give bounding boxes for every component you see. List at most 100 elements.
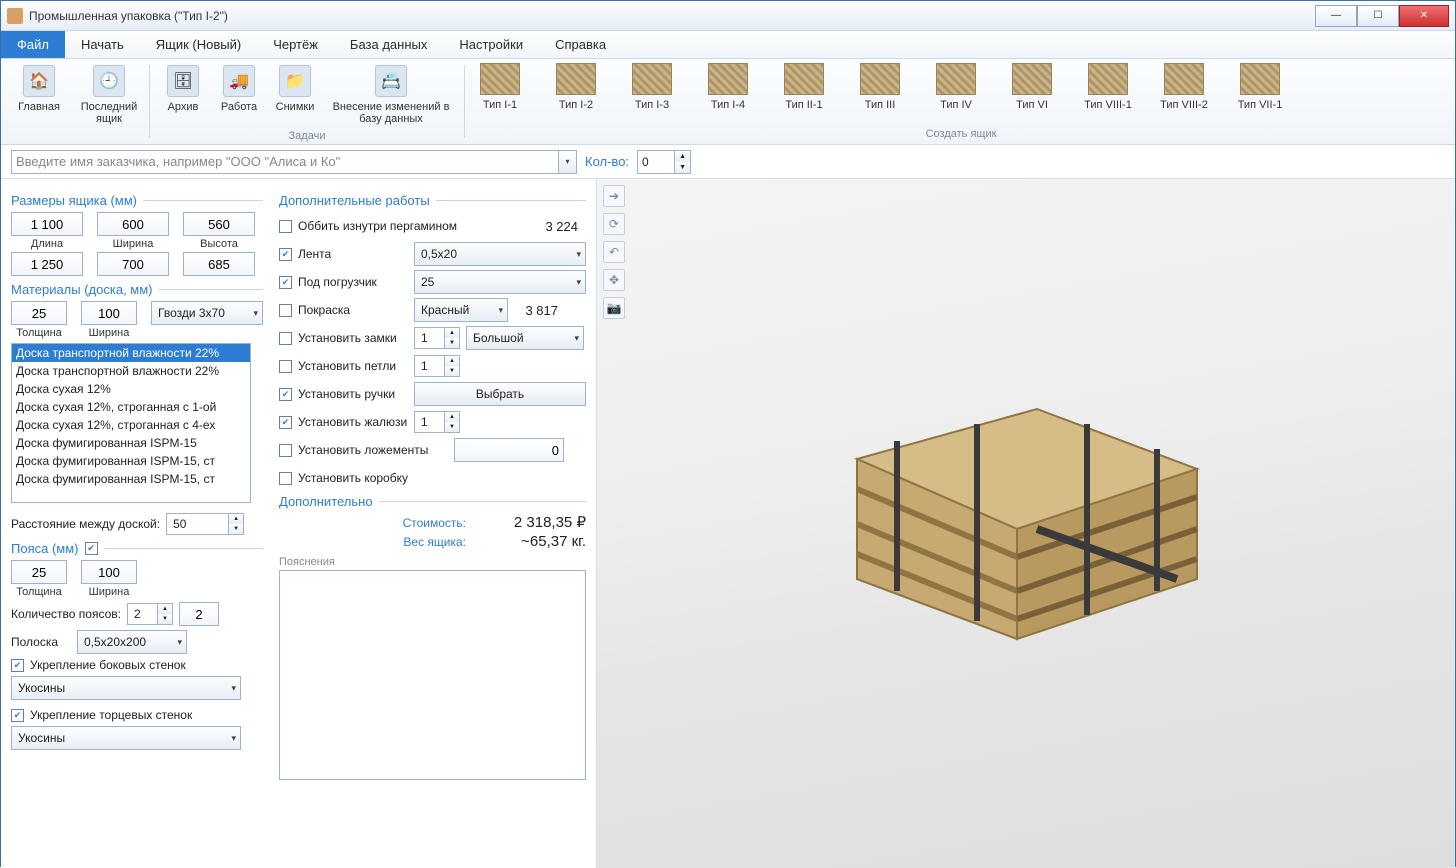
ribbon-archive[interactable]: 🗄Архив — [158, 63, 208, 125]
width-input[interactable] — [97, 212, 169, 236]
material-list-item[interactable]: Доска фумигированная ISPM-15 — [12, 434, 250, 452]
ribbon-dbedit[interactable]: 📇Внесение изменений в базу данных — [326, 63, 456, 125]
menu-start[interactable]: Начать — [65, 31, 140, 58]
material-list-item[interactable]: Доска сухая 12%, строганная с 4-ех — [12, 416, 250, 434]
hinges-checkbox[interactable] — [279, 360, 292, 373]
qty-label: Кол-во: — [585, 154, 629, 169]
length2-input[interactable] — [11, 252, 83, 276]
paint-checkbox[interactable] — [279, 304, 292, 317]
locks-size-select[interactable]: Большой — [466, 326, 584, 350]
length-input[interactable] — [11, 212, 83, 236]
paint-select[interactable]: Красный — [414, 298, 508, 322]
crate-type-ТипVI[interactable]: Тип VI — [999, 63, 1065, 111]
innerbox-checkbox[interactable] — [279, 472, 292, 485]
ribbon-snapshots[interactable]: 📁Снимки — [270, 63, 320, 125]
crate-icon — [480, 63, 520, 95]
crate-type-ТипI-4[interactable]: Тип I-4 — [695, 63, 761, 111]
forklift-select[interactable]: 25 — [414, 270, 586, 294]
belts-checkbox[interactable] — [85, 542, 98, 555]
crate-type-ТипII-1[interactable]: Тип II-1 — [771, 63, 837, 111]
hinges-qty-spinner[interactable]: 1▲▼ — [414, 355, 460, 377]
qty-up[interactable]: ▲ — [675, 151, 690, 162]
vp-forward-icon[interactable]: ➔ — [603, 185, 625, 207]
materials-list[interactable]: Доска транспортной влажности 22%Доска тр… — [11, 343, 251, 503]
menu-drawing[interactable]: Чертёж — [257, 31, 334, 58]
belt-width-input[interactable] — [81, 560, 137, 584]
ribbon-separator-2 — [464, 65, 465, 138]
spacing-spinner[interactable]: 50▲▼ — [166, 513, 244, 535]
width2-input[interactable] — [97, 252, 169, 276]
crate-icon — [860, 63, 900, 95]
crate-type-ТипVIII-2[interactable]: Тип VIII-2 — [1151, 63, 1217, 111]
nails-select[interactable]: Гвозди 3x70 — [151, 301, 263, 325]
belt-count2-input[interactable] — [179, 602, 219, 626]
cradles-checkbox[interactable] — [279, 444, 292, 457]
handles-choose-button[interactable]: Выбрать — [414, 382, 586, 406]
vp-refresh-icon[interactable]: ⟳ — [603, 213, 625, 235]
qty-down[interactable]: ▼ — [675, 162, 690, 173]
ribbon-work[interactable]: 🚚Работа — [214, 63, 264, 125]
belt-thickness-input[interactable] — [11, 560, 67, 584]
material-list-item[interactable]: Доска сухая 12%, строганная с 1-ой — [12, 398, 250, 416]
end-reinforce-checkbox[interactable] — [11, 709, 24, 722]
notes-textarea[interactable] — [279, 570, 586, 780]
menu-help[interactable]: Справка — [539, 31, 622, 58]
ribbon-lastbox[interactable]: 🕘Последний ящик — [77, 63, 141, 125]
belt-count1-spinner[interactable]: 2▲▼ — [127, 603, 173, 625]
crate-type-ТипI-1[interactable]: Тип I-1 — [467, 63, 533, 111]
crate-type-ТипIII[interactable]: Тип III — [847, 63, 913, 111]
search-dropdown-icon[interactable]: ▾ — [558, 151, 576, 173]
crate-type-ТипVIII-1[interactable]: Тип VIII-1 — [1075, 63, 1141, 111]
cradles-input[interactable] — [454, 438, 564, 462]
tape-checkbox[interactable] — [279, 248, 292, 261]
3d-viewport[interactable]: ➔ ⟳ ↶ ✥ 📷 — [597, 179, 1455, 868]
blinds-qty-spinner[interactable]: 1▲▼ — [414, 411, 460, 433]
crate-type-ТипI-2[interactable]: Тип I-2 — [543, 63, 609, 111]
material-list-item[interactable]: Доска сухая 12% — [12, 380, 250, 398]
mat-thickness-input[interactable] — [11, 301, 67, 325]
blinds-checkbox[interactable] — [279, 416, 292, 429]
customer-search[interactable]: Введите имя заказчика, например "ООО "Ал… — [11, 150, 577, 174]
extra-title: Дополнительные работы — [279, 193, 586, 208]
end-reinforce-select[interactable]: Укосины — [11, 726, 241, 750]
pergamin-checkbox[interactable] — [279, 220, 292, 233]
tape-select[interactable]: 0,5x20 — [414, 242, 586, 266]
material-list-item[interactable]: Доска транспортной влажности 22% — [12, 362, 250, 380]
forklift-checkbox[interactable] — [279, 276, 292, 289]
crate-type-ТипI-3[interactable]: Тип I-3 — [619, 63, 685, 111]
vp-camera-icon[interactable]: 📷 — [603, 297, 625, 319]
vp-move-icon[interactable]: ✥ — [603, 269, 625, 291]
locks-checkbox[interactable] — [279, 332, 292, 345]
material-list-item[interactable]: Доска фумигированная ISPM-15, ст — [12, 470, 250, 488]
app-icon — [7, 8, 23, 24]
height-input[interactable] — [183, 212, 255, 236]
menu-database[interactable]: База данных — [334, 31, 443, 58]
menu-file[interactable]: Файл — [1, 31, 65, 58]
strip-select[interactable]: 0,5x20x200 — [77, 630, 187, 654]
qty-spinner[interactable]: 0 ▲▼ — [637, 150, 691, 174]
ribbon-home[interactable]: 🏠Главная — [7, 63, 71, 125]
side-reinforce-select[interactable]: Укосины — [11, 676, 241, 700]
handles-checkbox[interactable] — [279, 388, 292, 401]
crate-type-ТипVII-1[interactable]: Тип VII-1 — [1227, 63, 1293, 111]
close-button[interactable]: ✕ — [1399, 5, 1449, 27]
crate-type-ТипIV[interactable]: Тип IV — [923, 63, 989, 111]
belt-count-label: Количество поясов: — [11, 607, 121, 621]
height2-input[interactable] — [183, 252, 255, 276]
vp-undo-icon[interactable]: ↶ — [603, 241, 625, 263]
end-reinforce-label: Укрепление торцевых стенок — [30, 708, 192, 722]
crate-icon — [936, 63, 976, 95]
material-list-item[interactable]: Доска фумигированная ISPM-15, ст — [12, 452, 250, 470]
search-row: Введите имя заказчика, например "ООО "Ал… — [1, 145, 1455, 179]
clock-icon: 🕘 — [93, 65, 125, 97]
material-list-item[interactable]: Доска транспортной влажности 22% — [12, 344, 250, 362]
archive-icon: 🗄 — [167, 65, 199, 97]
mat-width-input[interactable] — [81, 301, 137, 325]
minimize-button[interactable]: — — [1315, 5, 1357, 27]
maximize-button[interactable]: ☐ — [1357, 5, 1399, 27]
menu-settings[interactable]: Настройки — [443, 31, 539, 58]
crate-icon — [1240, 63, 1280, 95]
side-reinforce-checkbox[interactable] — [11, 659, 24, 672]
menu-box[interactable]: Ящик (Новый) — [140, 31, 257, 58]
locks-qty-spinner[interactable]: 1▲▼ — [414, 327, 460, 349]
